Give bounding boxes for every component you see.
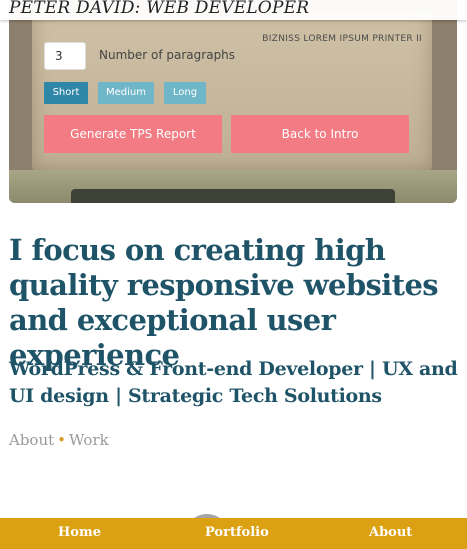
about-link[interactable]: About (9, 431, 54, 449)
generate-report-button[interactable]: Generate TPS Report (44, 115, 222, 153)
bottom-navigation: Home Portfolio About (0, 518, 467, 549)
link-separator: • (57, 431, 67, 449)
medium-button[interactable]: Medium (98, 82, 154, 104)
hero-printer-image: BIZNISS LOREM IPSUM PRINTER II 3 Number … (9, 0, 457, 203)
paragraphs-label: Number of paragraphs (99, 48, 236, 62)
printer-label: BIZNISS LOREM IPSUM PRINTER II (262, 34, 422, 44)
nav-portfolio[interactable]: Portfolio (205, 525, 269, 540)
nav-home[interactable]: Home (58, 525, 101, 540)
short-button[interactable]: Short (44, 82, 88, 104)
nav-about[interactable]: About (369, 525, 412, 540)
paragraphs-input[interactable]: 3 (44, 42, 86, 70)
site-title[interactable]: PETER DAVID: WEB DEVELOPER (9, 0, 309, 18)
intro-links: About • Work (9, 431, 109, 449)
main-headline: I focus on creating high quality respons… (9, 233, 439, 372)
printer-slot (71, 189, 395, 203)
subheadline: WordPress & Front-end Developer | UX and… (9, 358, 458, 407)
long-button[interactable]: Long (164, 82, 206, 104)
work-link[interactable]: Work (69, 431, 109, 449)
back-to-intro-button[interactable]: Back to Intro (231, 115, 409, 153)
printer-paper: BIZNISS LOREM IPSUM PRINTER II 3 Number … (32, 10, 432, 170)
top-header: PETER DAVID: WEB DEVELOPER (0, 0, 467, 20)
